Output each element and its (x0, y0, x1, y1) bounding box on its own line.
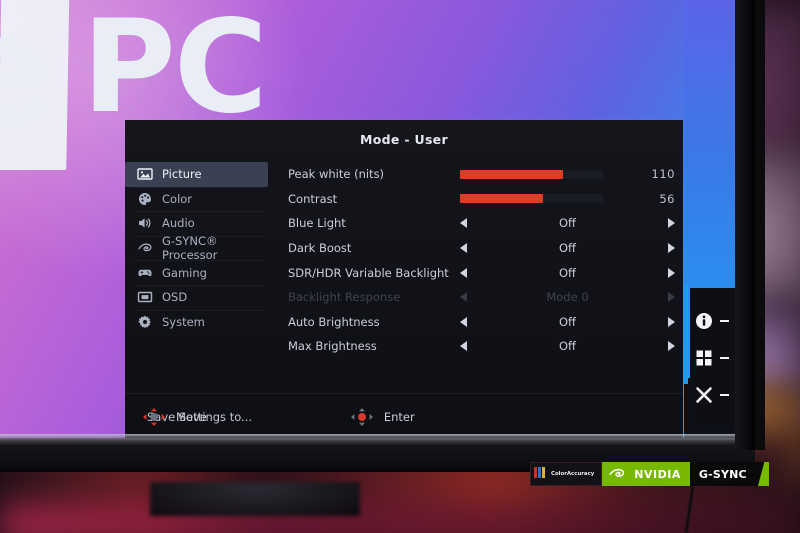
side-button-info[interactable] (694, 311, 735, 331)
grid-icon (694, 348, 714, 368)
nvidia-eye-logo-icon (608, 466, 630, 483)
hint-move: Move (141, 406, 207, 428)
sticker-gsync: G-SYNC (689, 462, 756, 486)
contrast-slider[interactable] (460, 194, 603, 204)
setting-row-peak-white[interactable]: Peak white (nits) 110 (268, 162, 683, 187)
gear-icon (137, 314, 153, 330)
bezel-stickers: Color Accuracy NVIDIA G-SYNC (530, 462, 769, 486)
setting-label: Blue Light (288, 216, 346, 231)
sticker-green-slash (755, 462, 769, 486)
hint-enter-label: Enter (383, 410, 415, 424)
peak-white-slider[interactable] (460, 169, 603, 179)
setting-label: Dark Boost (288, 241, 352, 256)
osd-footer: Move Enter (125, 393, 683, 438)
sidebar-item-label: G-SYNC® Processor (162, 234, 218, 263)
nvidia-label: NVIDIA (634, 467, 681, 481)
sticker-line-1: Color (551, 470, 567, 477)
sidebar-item-label: Gaming (162, 265, 207, 280)
side-button-grid[interactable] (694, 348, 735, 368)
sticker-line-2: Accuracy (566, 470, 595, 477)
info-icon (694, 311, 714, 331)
osd-monitor-icon (137, 289, 153, 305)
setting-label: Peak white (nits) (288, 167, 385, 182)
arrow-right-icon[interactable] (668, 243, 675, 254)
arrow-left-icon (460, 292, 467, 303)
sidebar-item-gsync-processor[interactable]: G-SYNC® Processor (125, 234, 268, 263)
side-button-close[interactable] (694, 385, 735, 405)
setting-row-contrast[interactable]: Contrast 56 (268, 187, 683, 212)
setting-value: Mode 0 (546, 290, 589, 305)
setting-label: Auto Brightness (288, 314, 380, 329)
arrow-left-icon[interactable] (460, 316, 467, 327)
sidebar-item-label: Picture (162, 167, 202, 182)
setting-row-dark-boost[interactable]: Dark Boost Off (268, 236, 683, 261)
arrow-right-icon[interactable] (668, 341, 675, 352)
sidebar-item-label: Audio (162, 216, 195, 231)
osd-settings-list: Peak white (nits) 110 Contrast 56 Blue L… (268, 158, 683, 404)
arrow-left-icon[interactable] (460, 243, 467, 254)
sidebar-item-label: System (162, 314, 205, 329)
palette-icon (137, 191, 153, 207)
sidebar-item-color[interactable]: Color (125, 186, 268, 212)
blue-accent-edge (684, 286, 688, 384)
monitor-screen: e PC Mode - User Picture (0, 0, 735, 438)
side-button-dash (720, 393, 729, 397)
setting-value: Off (559, 216, 576, 231)
hint-enter: Enter (349, 406, 415, 428)
arrow-right-icon[interactable] (668, 267, 675, 278)
color-swatches (534, 467, 545, 478)
bezel-right (735, 0, 755, 450)
arrow-right-icon (668, 292, 675, 303)
setting-label: Max Brightness (288, 339, 377, 354)
arrow-left-icon[interactable] (460, 267, 467, 278)
dpad-move-icon (141, 406, 167, 428)
arrow-right-icon[interactable] (668, 316, 675, 327)
setting-row-blue-light[interactable]: Blue Light Off (268, 211, 683, 236)
osd-title: Mode - User (360, 131, 448, 147)
osd-sidebar: Picture Color Audio G-SYNC® Processor Ga… (125, 158, 268, 404)
sidebar-item-label: OSD (162, 290, 188, 305)
dpad-enter-icon (349, 406, 375, 428)
sticker-nvidia: NVIDIA (602, 462, 690, 486)
monitor-stand (150, 482, 360, 516)
setting-row-max-brightness[interactable]: Max Brightness Off (268, 334, 683, 359)
gamepad-icon (137, 265, 153, 281)
side-button-dash (720, 356, 729, 360)
setting-value: 110 (651, 167, 675, 182)
setting-row-variable-backlight[interactable]: SDR/HDR Variable Backlight Off (268, 260, 683, 285)
arrow-right-icon[interactable] (668, 218, 675, 229)
wallpaper-logo-pc: PC (82, 0, 268, 142)
osd-menu: Mode - User Picture Color Audio G-SYNC® … (125, 120, 683, 438)
setting-label: Backlight Response (288, 290, 401, 305)
close-icon (694, 385, 714, 405)
osd-side-buttons (690, 288, 735, 428)
sidebar-item-audio[interactable]: Audio (125, 211, 268, 236)
side-button-dash (720, 319, 729, 323)
gsync-label: G-SYNC (698, 467, 747, 481)
setting-value: 56 (659, 191, 675, 206)
arrow-left-icon[interactable] (460, 341, 467, 352)
hint-move-label: Move (176, 410, 207, 424)
setting-value: Off (559, 314, 576, 329)
sidebar-item-label: Color (162, 191, 193, 206)
arrow-left-icon[interactable] (460, 218, 467, 229)
setting-row-auto-brightness[interactable]: Auto Brightness Off (268, 310, 683, 335)
setting-value: Off (559, 265, 576, 280)
setting-label: SDR/HDR Variable Backlight (288, 265, 449, 280)
setting-value: Off (559, 339, 576, 354)
wallpaper-logo-e: e (0, 0, 54, 146)
setting-row-backlight-response: Backlight Response Mode 0 (268, 285, 683, 310)
setting-value: Off (559, 241, 576, 256)
setting-label: Contrast (288, 191, 338, 206)
speaker-icon (137, 215, 153, 231)
sidebar-item-gaming[interactable]: Gaming (125, 260, 268, 285)
sidebar-item-osd[interactable]: OSD (125, 284, 268, 310)
sidebar-item-picture[interactable]: Picture (125, 162, 268, 187)
sidebar-item-system[interactable]: System (125, 309, 268, 335)
picture-icon (137, 166, 153, 182)
screenshot-stage: e PC Mode - User Picture (0, 0, 800, 533)
sticker-color-accuracy: Color Accuracy (530, 462, 603, 486)
monitor: e PC Mode - User Picture (0, 0, 765, 472)
nvidia-eye-icon (137, 240, 153, 256)
